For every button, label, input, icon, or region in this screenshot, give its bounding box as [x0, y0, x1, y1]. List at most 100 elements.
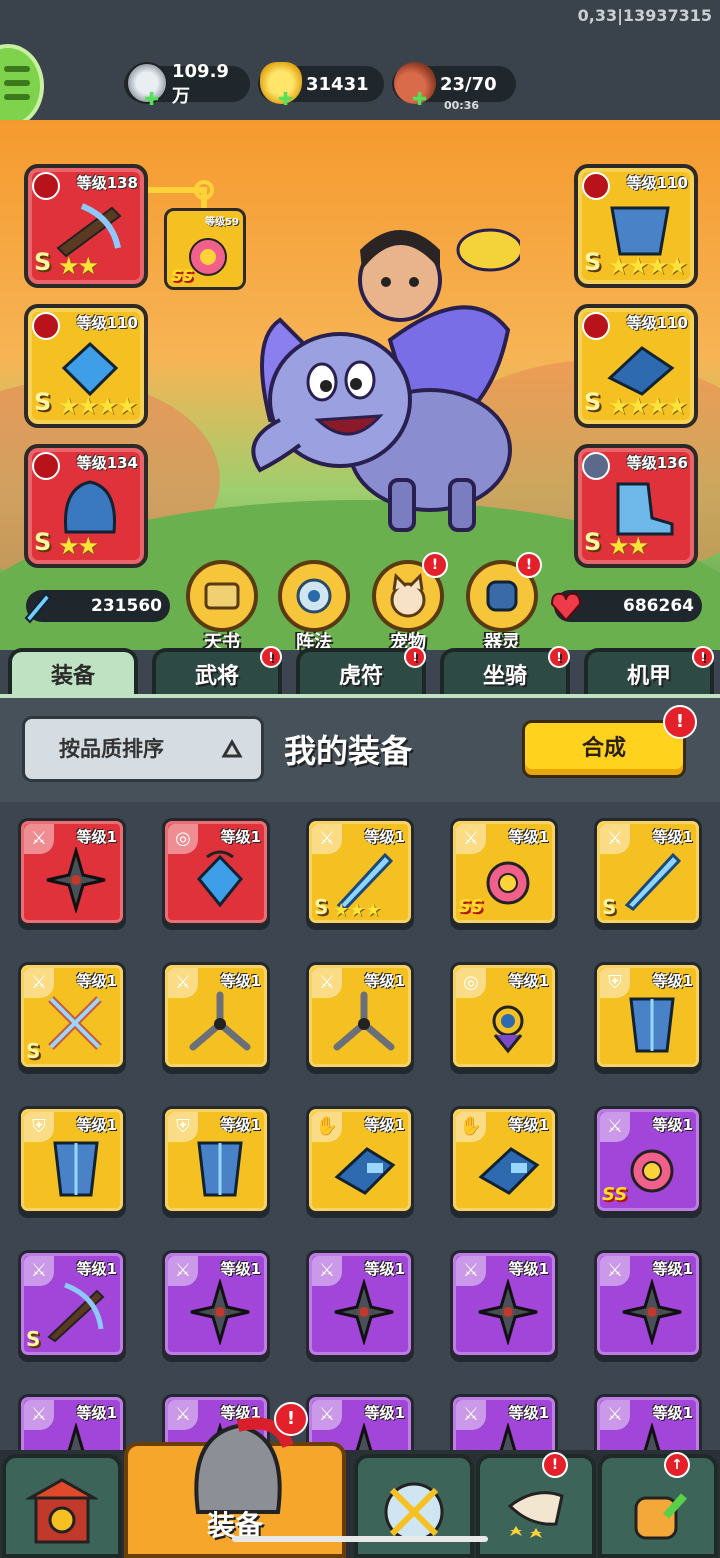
inventory-item[interactable]: ⚔ 等级1: [594, 1250, 702, 1358]
grade-label: S: [584, 528, 602, 556]
inventory-item[interactable]: ⚔ 等级1: [162, 962, 270, 1070]
equipped-slot-gauntlet[interactable]: 等级110 S ★★★★: [574, 304, 698, 428]
star-rating: ★★★★: [608, 252, 688, 280]
tri-blade-icon: [189, 991, 251, 1051]
item-level: 等级1: [508, 1260, 549, 1278]
inventory-item[interactable]: ⚔ 等级1: [594, 1394, 702, 1452]
upgrade-arrow-icon: ↑: [664, 1452, 690, 1478]
attack-value: 231560: [91, 596, 162, 616]
add-gold-icon[interactable]: ✚: [278, 89, 293, 110]
tab-equipment[interactable]: 装备: [8, 648, 138, 694]
inventory-item[interactable]: ⚔ 等级1 SS: [450, 818, 558, 926]
star-rating: ★★: [58, 252, 99, 280]
grade-label: S: [584, 248, 602, 276]
item-level: 等级1: [76, 1404, 117, 1422]
shuriken-icon: [633, 1423, 671, 1452]
item-level: 等级1: [76, 972, 117, 990]
yin-yang-icon: [582, 172, 610, 200]
feather-crown-icon: [486, 861, 530, 905]
equipped-slot-weapon[interactable]: 等级138 S ★★: [24, 164, 148, 288]
inventory-item[interactable]: ⚔ 等级1 S: [18, 962, 126, 1070]
stamina-resource[interactable]: ✚ 23/70 00:36: [392, 62, 516, 112]
tab-mecha[interactable]: 机甲!: [584, 646, 714, 694]
silver-resource[interactable]: ✚ 109.9万: [124, 61, 250, 110]
inventory-item[interactable]: ⛨ 等级1: [18, 1106, 126, 1214]
grade-label: SS: [171, 266, 194, 285]
menu-button[interactable]: [0, 44, 44, 128]
equipped-slot-armor[interactable]: 等级110 S ★★★★: [574, 164, 698, 288]
inventory-grid: ⚔ 等级1 ◎ 等级1 ⚔ 等级1 S ★★★ ⚔ 等级1 SS ⚔ 等级1 S ⚔ 等级1 S ⚔ 等级1 ⚔ 等级1…: [0, 802, 720, 1452]
nav-upgrade-button[interactable]: ↑: [598, 1452, 718, 1558]
attack-stat: 231560: [24, 590, 170, 624]
gold-resource[interactable]: ✚ 31431: [258, 62, 384, 110]
tab-mount[interactable]: 坐骑!: [440, 646, 570, 694]
feature-pet-button[interactable]: 宠物 !: [372, 552, 448, 653]
stamina-timer: 00:36: [444, 99, 480, 112]
inventory-item[interactable]: ⚔ 等级1 S: [594, 818, 702, 926]
tab-generals[interactable]: 武将!: [152, 646, 282, 694]
equipped-slot-accessory[interactable]: 等级110 S ★★★★: [24, 304, 148, 428]
shuriken-icon: [334, 1279, 394, 1345]
equipped-slot-boots[interactable]: 等级136 S ★★: [574, 444, 698, 568]
gem-amulet-icon: [492, 1005, 524, 1054]
inventory-item[interactable]: ◎ 等级1: [450, 962, 558, 1070]
inventory-item[interactable]: ⚔ 等级1: [450, 1394, 558, 1452]
yin-yang-icon: [582, 452, 610, 480]
heart-icon: [550, 592, 582, 622]
sort-dropdown[interactable]: 按品质排序: [22, 716, 264, 782]
scroll-book-icon: [204, 582, 240, 610]
hero-showcase: 等级138 S ★★ 等级110 S ★★★★ 等级134 S ★★ 等级59 …: [0, 120, 720, 650]
star-rating: ★★: [608, 532, 649, 560]
inventory-item[interactable]: ⛨ 等级1: [594, 962, 702, 1070]
item-level: 等级1: [76, 828, 117, 846]
crossbow-icon: [56, 203, 122, 258]
inventory-item[interactable]: ⛨ 等级1: [162, 1106, 270, 1214]
inventory-item[interactable]: ⚔ 等级1: [450, 1250, 558, 1358]
inventory-item[interactable]: ⚔ 等级1 S ★★★: [306, 818, 414, 926]
inventory-item[interactable]: ⚔ 等级1 SS: [594, 1106, 702, 1214]
inventory-item[interactable]: ⚔ 等级1: [162, 1250, 270, 1358]
item-level: 等级1: [508, 972, 549, 990]
yin-yang-icon: [32, 312, 60, 340]
item-level: 等级1: [508, 1116, 549, 1134]
add-silver-icon[interactable]: ✚: [144, 89, 159, 110]
inventory-item[interactable]: ✋ 等级1: [450, 1106, 558, 1214]
nav-home-button[interactable]: [2, 1454, 122, 1558]
inventory-item[interactable]: ◎ 等级1: [162, 818, 270, 926]
formation-icon: [296, 578, 332, 614]
merge-button[interactable]: 合成 !: [522, 705, 697, 778]
star-rating: ★★★★: [608, 392, 688, 420]
nav-events-button[interactable]: !: [476, 1452, 596, 1558]
item-level: 等级1: [652, 828, 693, 846]
silver-value: 109.9万: [172, 60, 229, 107]
add-stamina-icon[interactable]: ✚: [412, 89, 427, 110]
item-level: 等级1: [220, 972, 261, 990]
yin-yang-icon: [582, 312, 610, 340]
equipped-slot-helmet[interactable]: 等级134 S ★★: [24, 444, 148, 568]
helmet-icon: [64, 480, 116, 534]
item-level: 等级1: [364, 1404, 405, 1422]
shuriken-icon: [622, 1279, 682, 1345]
inventory-item[interactable]: ⚔ 等级1: [306, 962, 414, 1070]
home-indicator: [232, 1536, 488, 1542]
inventory-item[interactable]: ⚔ 等级1: [306, 1250, 414, 1358]
panel-title: 我的装备: [284, 732, 413, 770]
nav-battle-button[interactable]: [354, 1454, 474, 1558]
inventory-item[interactable]: ⚔ 等级1 S: [18, 1250, 126, 1358]
inventory-item[interactable]: ⚔ 等级1: [18, 1394, 126, 1452]
feature-formation-button[interactable]: 阵法: [278, 560, 350, 653]
feature-tianshu-button[interactable]: 天书: [186, 560, 258, 653]
armor-icon: [53, 1141, 99, 1197]
sword-icon: [24, 592, 52, 624]
fist-upgrade-icon: [634, 1493, 687, 1540]
item-level: 等级1: [652, 1116, 693, 1134]
inventory-item[interactable]: ⚔ 等级1: [18, 818, 126, 926]
inventory-item[interactable]: ✋ 等级1: [306, 1106, 414, 1214]
tab-tiger-tally[interactable]: 虎符!: [296, 646, 426, 694]
slot-level: 等级59: [205, 217, 239, 228]
hero-mount-character[interactable]: [240, 220, 520, 540]
feature-artifact-spirit-button[interactable]: 器灵 !: [466, 552, 542, 653]
slot-level: 等级134: [76, 454, 138, 472]
item-level: 等级1: [220, 1116, 261, 1134]
linked-item-slot[interactable]: 等级59 SS: [164, 208, 246, 290]
